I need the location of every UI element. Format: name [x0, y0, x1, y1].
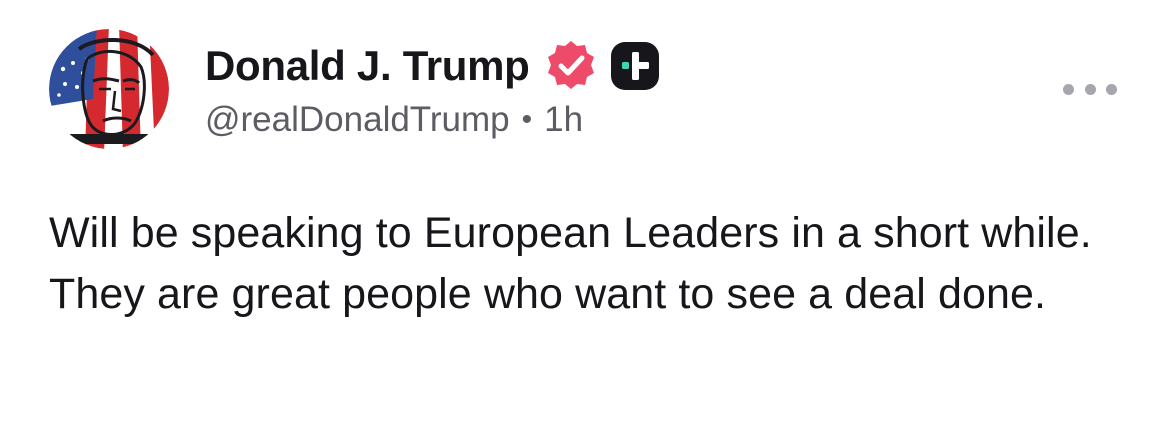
flag-portrait-avatar-icon [49, 29, 169, 149]
post-body-text: Will be speaking to European Leaders in … [49, 209, 1092, 318]
meta-separator: • [521, 103, 533, 136]
author-display-name[interactable]: Donald J. Trump [205, 42, 530, 90]
post-header: Donald J. Trump [205, 36, 661, 96]
more-options-icon [1063, 83, 1074, 95]
plus-badge-icon [609, 40, 661, 92]
author-avatar[interactable] [49, 29, 169, 149]
post-card: Donald J. Trump @realDonaldTrump • 1h Wi… [0, 0, 1170, 428]
more-options-icon [1084, 83, 1096, 95]
author-handle[interactable]: @realDonaldTrump [205, 100, 510, 140]
post-timestamp[interactable]: 1h [544, 100, 583, 140]
more-options-button[interactable] [1063, 76, 1117, 102]
verified-badge-icon [543, 38, 599, 94]
more-options-icon [1106, 83, 1117, 95]
post-meta: @realDonaldTrump • 1h [205, 100, 583, 140]
